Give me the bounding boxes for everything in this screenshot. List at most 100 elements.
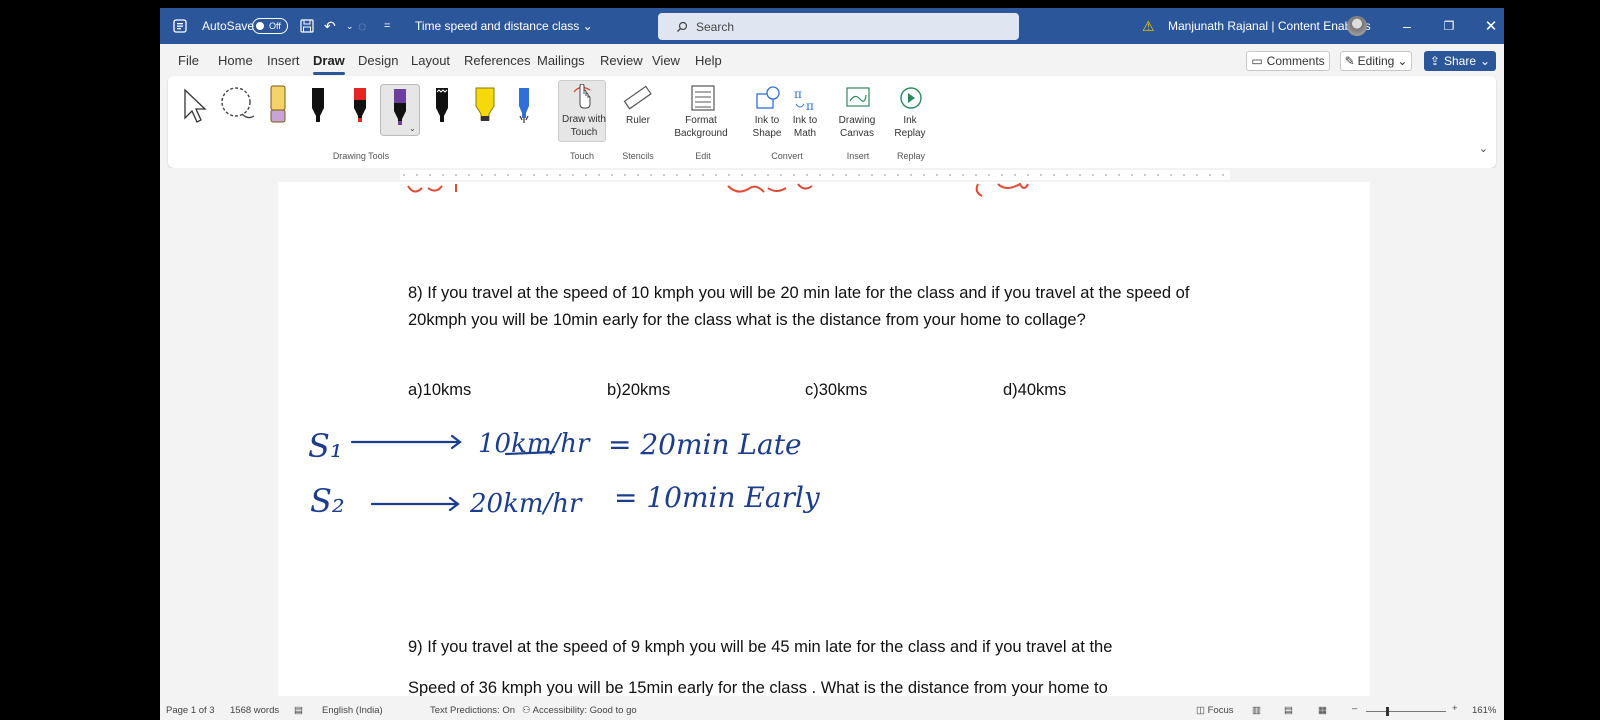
draw-with-touch-button[interactable]: Draw with Touch [558,80,606,142]
undo-icon[interactable]: ↶ [324,8,336,44]
share-button[interactable]: ⇪ Share ⌄ [1424,51,1496,71]
group-drawing-tools: Drawing Tools [332,151,390,161]
pen-red-tool[interactable] [348,84,372,128]
group-stencils: Stencils [622,151,654,161]
tab-design[interactable]: Design [358,53,398,68]
zoom-in-icon[interactable]: + [1452,703,1458,714]
handwriting-s2-label: S₂ [310,482,345,520]
tab-help[interactable]: Help [695,53,722,68]
touch-hand-icon [573,84,591,109]
minimize-icon[interactable]: – [1392,8,1422,44]
text-predictions-status[interactable]: Text Predictions: On [430,705,515,716]
svg-text:π: π [794,87,802,101]
autosave-toggle[interactable]: Off [252,18,288,34]
page-count[interactable]: Page 1 of 3 [166,705,215,716]
tab-file[interactable]: File [178,53,199,68]
horizontal-ruler[interactable] [160,168,1504,182]
tab-home[interactable]: Home [218,53,253,68]
drawing-canvas-icon [846,87,870,107]
ruler-icon [623,85,652,110]
tab-draw[interactable]: Draw [313,53,345,75]
ribbon-collapse-icon[interactable]: ⌄ [1479,142,1488,155]
handwriting-s1-result: = 20min Late [608,428,802,461]
comments-button[interactable]: ▭ Comments [1246,51,1330,71]
ink-to-shape-button[interactable]: Ink to Shape [752,82,784,140]
word-window: AutoSave Off ↶ ⌄ ◌ = Time speed and dist… [160,8,1504,720]
pen-icon [312,88,324,122]
format-background-button[interactable]: Format Background [671,82,735,140]
redo-icon[interactable]: ◌ [358,8,366,44]
close-icon[interactable]: ✕ [1478,8,1504,44]
user-name[interactable]: Manjunath Rajanal | Content Enablers [1168,8,1371,44]
highlighter-tool[interactable] [472,84,498,128]
question-9-line-2: Speed of 36 kmph you will be 15min early… [408,679,1108,696]
group-edit: Edit [695,151,711,161]
format-background-icon [691,85,715,111]
lasso-select-tool[interactable] [218,84,258,128]
tab-layout[interactable]: Layout [411,53,450,68]
zoom-level[interactable]: 161% [1472,705,1496,716]
tab-insert[interactable]: Insert [267,53,300,68]
status-bar: Page 1 of 3 1568 words ▤ English (India)… [160,702,1504,720]
question-9-line-1: 9) If you travel at the speed of 9 kmph … [408,638,1113,656]
document-title[interactable]: Time speed and distance class ⌄ [415,8,593,44]
search-input[interactable]: Search [658,13,1019,40]
action-pen-tool[interactable] [512,84,536,128]
lasso-icon [221,87,255,119]
language-indicator[interactable]: English (India) [322,705,383,716]
editing-mode-button[interactable]: ✎ Editing ⌄ [1340,51,1412,71]
print-layout-icon[interactable]: ▤ [1284,705,1293,716]
pen-black-tool[interactable] [306,84,330,128]
web-layout-icon[interactable]: ▦ [1318,705,1327,716]
warning-icon[interactable]: ⚠ [1142,8,1155,44]
cursor-arrow-icon [184,88,207,123]
drawing-canvas-button[interactable]: Drawing Canvas [836,82,880,140]
highlighter-icon [475,87,495,121]
vertical-ruler[interactable] [160,182,174,702]
select-tool[interactable] [180,84,208,128]
handwriting-s2-speed: 20km/hr [469,489,583,519]
word-count[interactable]: 1568 words [230,705,279,716]
ink-to-math-button[interactable]: ππ Ink to Math [790,82,822,140]
tab-view[interactable]: View [652,53,680,68]
group-touch: Touch [569,151,595,161]
pencil-icon [436,88,448,122]
ruler-ticks [403,174,1224,176]
share-icon: ⇪ [1429,54,1440,68]
zoom-out-icon[interactable]: – [1352,703,1357,714]
pen-icon [354,88,366,122]
pencil-icon: ✎ [1344,54,1355,68]
focus-mode-button[interactable]: ◫ Focus [1196,705,1234,716]
pen-purple-tool[interactable]: ⌄ [380,84,420,136]
undo-dropdown-icon[interactable]: ⌄ [346,8,354,44]
restore-icon[interactable]: ❐ [1434,8,1464,44]
save-icon[interactable] [300,8,314,44]
read-mode-icon[interactable]: ▥ [1252,705,1261,716]
customize-toolbar-icon[interactable]: = [384,8,390,44]
pencil-tool[interactable] [430,84,454,128]
ink-to-math-icon: ππ [794,87,814,112]
draw-ribbon: ⌄ Drawing Tools Draw with Touch Touch Ru… [168,76,1496,168]
tab-mailings[interactable]: Mailings [537,53,585,68]
tab-references[interactable]: References [464,53,530,68]
avatar[interactable] [1347,16,1367,36]
ruler-button[interactable]: Ruler [618,82,658,127]
chevron-down-icon: ⌄ [1480,54,1491,68]
accessibility-status[interactable]: ⚇ Accessibility: Good to go [522,705,637,716]
focus-icon: ◫ [1196,705,1208,716]
proofing-icon[interactable]: ▤ [294,705,303,716]
pen-icon: ⌄ [394,89,415,133]
ink-replay-icon [900,87,922,109]
eraser-icon [270,85,286,123]
search-placeholder: Search [696,19,735,34]
zoom-slider[interactable] [1366,711,1446,712]
tab-review[interactable]: Review [600,53,643,68]
document-page[interactable]: 8) If you travel at the speed of 10 kmph… [278,182,1370,696]
ink-replay-button[interactable]: Ink Replay [893,82,929,140]
group-insert: Insert [846,151,870,161]
comment-icon: ▭ [1251,54,1263,68]
word-app-icon [170,8,190,44]
zoom-slider-thumb[interactable] [1386,707,1389,716]
eraser-tool[interactable] [266,84,290,128]
group-replay: Replay [896,151,926,161]
